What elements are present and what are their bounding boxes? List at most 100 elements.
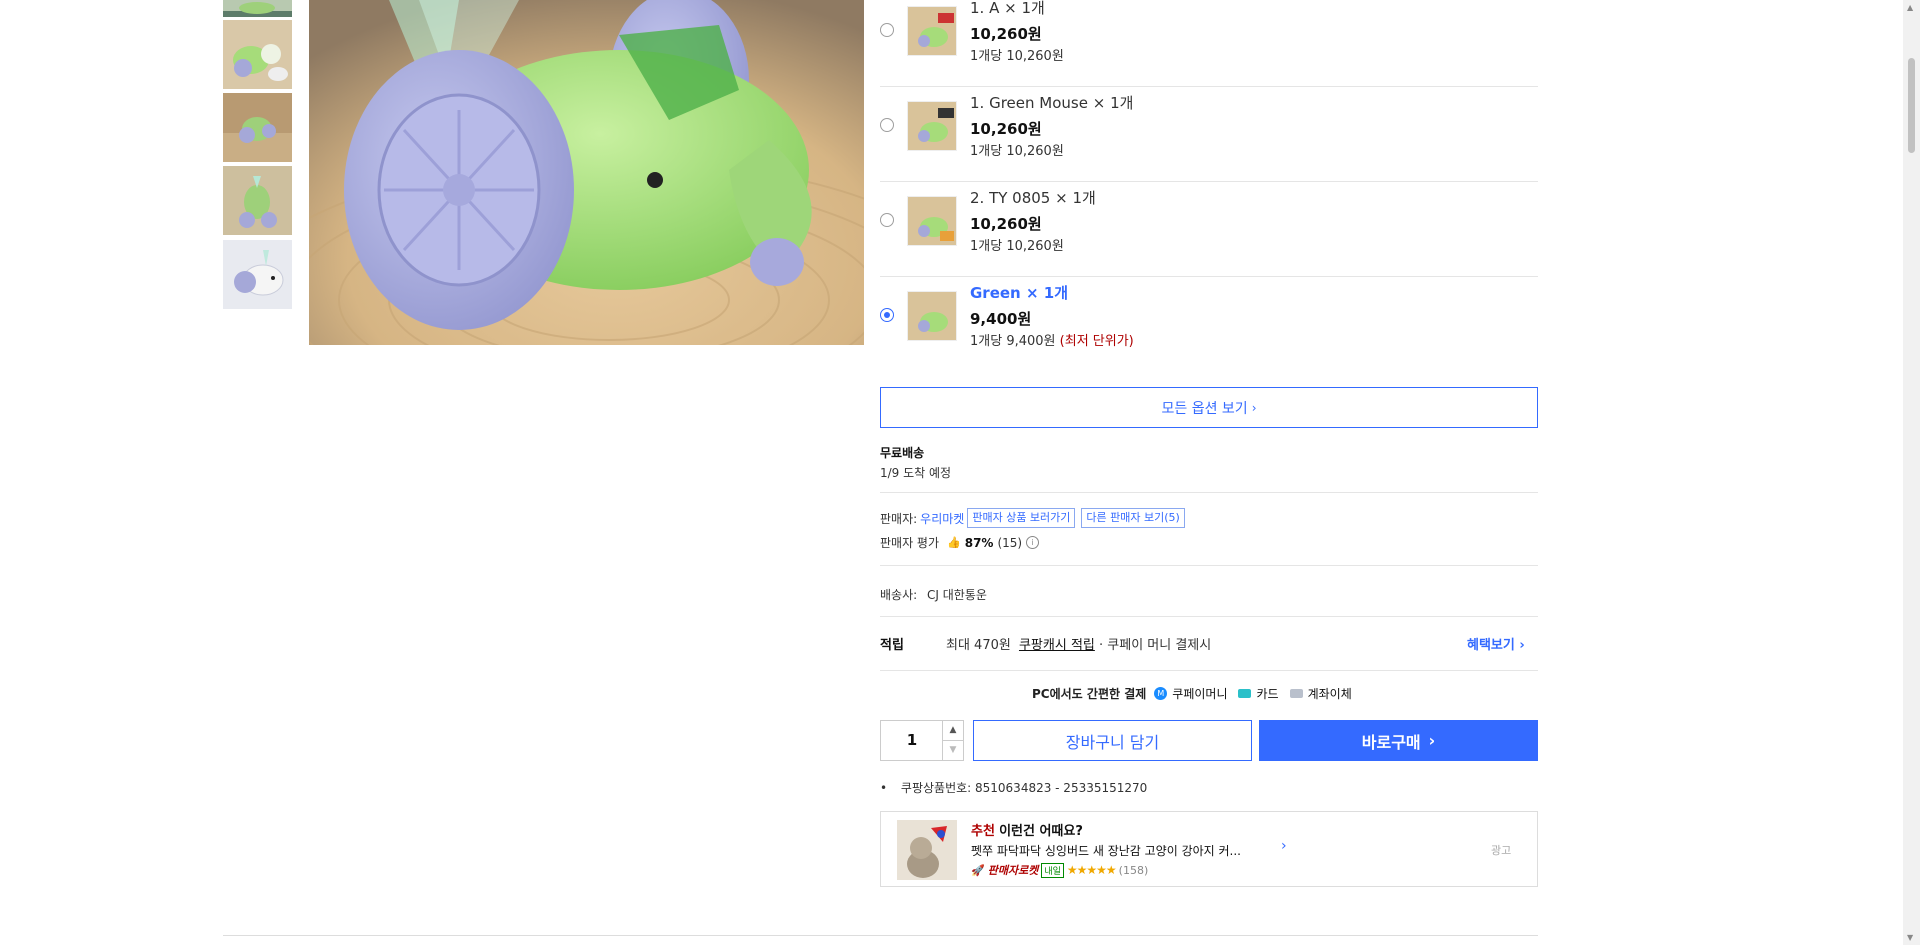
add-to-cart-button[interactable]: 장바구니 담기 (973, 720, 1252, 761)
scrollbar-thumb[interactable] (1908, 58, 1915, 153)
rocket-icon: 🚀 (971, 863, 985, 877)
recommendation-thumbnail (897, 820, 957, 880)
seller-rating-percent: 87% (964, 535, 994, 550)
thumbnail-1[interactable] (223, 0, 292, 17)
carrier-row: 배송사: CJ 대한통운 (880, 586, 987, 603)
option-radio[interactable] (880, 118, 894, 132)
option-thumbnail (907, 101, 957, 151)
bullet-icon: • (880, 781, 888, 795)
option-price: 10,260원 (970, 215, 1042, 233)
recommendation-meta: 🚀 판매자로켓 내일 ★★★★★ (158) (971, 862, 1148, 878)
thumbnail-4[interactable] (223, 166, 292, 235)
seller-products-button[interactable]: 판매자 상품 보러가기 (967, 508, 1076, 528)
chevron-right-icon[interactable]: › (1281, 838, 1287, 854)
option-unit-price: 1개당 10,260원 (970, 144, 1064, 159)
chevron-up-icon[interactable]: ▲ (942, 721, 963, 741)
seller-rating-row: 판매자 평가 👍 87% (15) i (880, 534, 1040, 551)
divider (880, 616, 1538, 617)
recommendation-description[interactable]: 펫쭈 파닥파닥 싱잉버드 새 장난감 고양이 강아지 커... (971, 842, 1241, 859)
scroll-up-icon[interactable]: ▲ (1907, 3, 1913, 12)
buy-now-label: 바로구매 (1361, 732, 1421, 752)
option-name: Green × 1개 (970, 284, 1069, 302)
option-price: 10,260원 (970, 120, 1042, 138)
option-item[interactable]: 2. TY 0805 × 1개 10,260원 1개당 10,260원 (880, 181, 1538, 277)
review-count: (158) (1118, 863, 1149, 877)
option-radio[interactable] (880, 213, 894, 227)
lowest-unit-price-label: (최저 단위가) (1059, 334, 1134, 349)
benefit-link[interactable]: 혜택보기 › (1467, 634, 1525, 653)
payment-row: PC에서도 간편한 결제 M 쿠페이머니 카드 계좌이체 (1032, 685, 1352, 702)
other-sellers-button[interactable]: 다른 판매자 보기(5) (1081, 508, 1185, 528)
seller-rating-count: (15) (997, 535, 1023, 550)
chevron-right-icon: › (1519, 638, 1525, 653)
chevron-right-icon: › (1428, 731, 1436, 750)
arrival-date: 1/9 도착 예정 (880, 466, 952, 480)
thumbnail-2[interactable] (223, 20, 292, 89)
recommendation-prefix: 추천 (971, 824, 995, 839)
reward-max: 최대 470원 (946, 638, 1011, 653)
payment-title: PC에서도 간편한 결제 (1032, 687, 1147, 701)
option-thumbnail (907, 196, 957, 246)
recommendation-title: 추천 이런건 어때요? (971, 820, 1083, 839)
ad-label: 광고 (1491, 844, 1512, 857)
option-item-selected[interactable]: Green × 1개 9,400원 1개당 9,400원 (최저 단위가) (880, 276, 1538, 371)
option-thumbnail (907, 6, 957, 56)
main-product-image (309, 0, 864, 345)
option-unit-price: 1개당 9,400원 (최저 단위가) (970, 334, 1134, 349)
quantity-stepper[interactable]: 1 ▲ ▼ (880, 720, 964, 761)
chevron-right-icon: › (1251, 400, 1257, 415)
seller-rocket-badge: 판매자로켓 (987, 864, 1039, 877)
buy-now-button[interactable]: 바로구매 › (1259, 720, 1538, 761)
option-item[interactable]: 1. Green Mouse × 1개 10,260원 1개당 10,260원 (880, 86, 1538, 182)
divider (880, 565, 1538, 566)
chevron-down-icon[interactable]: ▼ (942, 741, 963, 760)
reward-pay-text: · 쿠페이 머니 결제시 (1099, 638, 1212, 653)
recommendation-card[interactable]: 추천 이런건 어때요? 펫쭈 파닥파닥 싱잉버드 새 장난감 고양이 강아지 커… (880, 811, 1538, 887)
carrier-name: CJ 대한통운 (927, 588, 987, 602)
option-item[interactable]: 1. A × 1개 10,260원 1개당 10,260원 (880, 0, 1538, 87)
page-scrollbar[interactable]: ▲ ▼ (1903, 0, 1920, 945)
carrier-label: 배송사: (880, 588, 918, 602)
reward-row: 최대 470원 쿠팡캐시 적립 · 쿠페이 머니 결제시 (946, 634, 1211, 653)
all-options-label: 모든 옵션 보기 (1161, 400, 1248, 417)
payment-method-card: 카드 (1256, 687, 1279, 701)
section-divider (223, 935, 1538, 936)
info-icon[interactable]: i (1026, 536, 1040, 549)
option-name: 2. TY 0805 × 1개 (970, 189, 1096, 207)
divider (880, 670, 1538, 671)
bank-transfer-icon (1289, 689, 1303, 698)
seller-label: 판매자: (880, 511, 918, 526)
divider (880, 492, 1538, 493)
option-radio-selected[interactable] (880, 308, 894, 322)
option-radio[interactable] (880, 23, 894, 37)
coupang-cash-link[interactable]: 쿠팡캐시 적립 (1019, 638, 1095, 653)
card-icon (1238, 689, 1252, 698)
seller-row: 판매자: 우리마켓 판매자 상품 보러가기 다른 판매자 보기(5) (880, 508, 1185, 528)
option-price: 9,400원 (970, 310, 1032, 328)
recommendation-heading: 이런건 어때요? (999, 824, 1083, 839)
thumbnail-3[interactable] (223, 93, 292, 162)
option-price: 10,260원 (970, 25, 1042, 43)
seller-name-link[interactable]: 우리마켓 (920, 510, 964, 527)
payment-method-coupay: 쿠페이머니 (1172, 687, 1228, 701)
scroll-down-icon[interactable]: ▼ (1907, 933, 1913, 942)
thumbs-up-icon: 👍 (947, 536, 961, 549)
free-shipping-label: 무료배송 (880, 446, 925, 460)
option-unit-price: 1개당 10,260원 (970, 239, 1064, 254)
thumbnail-5[interactable] (223, 240, 292, 309)
benefit-label: 혜택보기 (1467, 638, 1515, 653)
option-name: 1. A × 1개 (970, 0, 1045, 17)
seller-rating-label: 판매자 평가 (880, 536, 940, 550)
option-unit-price: 1개당 10,260원 (970, 49, 1064, 64)
option-thumbnail (907, 291, 957, 341)
reward-title: 적립 (880, 638, 904, 653)
coupay-money-icon: M (1154, 687, 1168, 700)
tomorrow-badge: 내일 (1041, 862, 1064, 878)
option-name: 1. Green Mouse × 1개 (970, 94, 1134, 112)
rating-stars-icon: ★★★★★ (1066, 863, 1117, 877)
product-number: 쿠팡상품번호: 8510634823 - 25335151270 (900, 781, 1148, 795)
payment-method-transfer: 계좌이체 (1307, 687, 1352, 701)
all-options-button[interactable]: 모든 옵션 보기 › (880, 387, 1538, 428)
product-number-row: • 쿠팡상품번호: 8510634823 - 25335151270 (880, 779, 1147, 796)
quantity-input[interactable]: 1 (881, 721, 943, 760)
